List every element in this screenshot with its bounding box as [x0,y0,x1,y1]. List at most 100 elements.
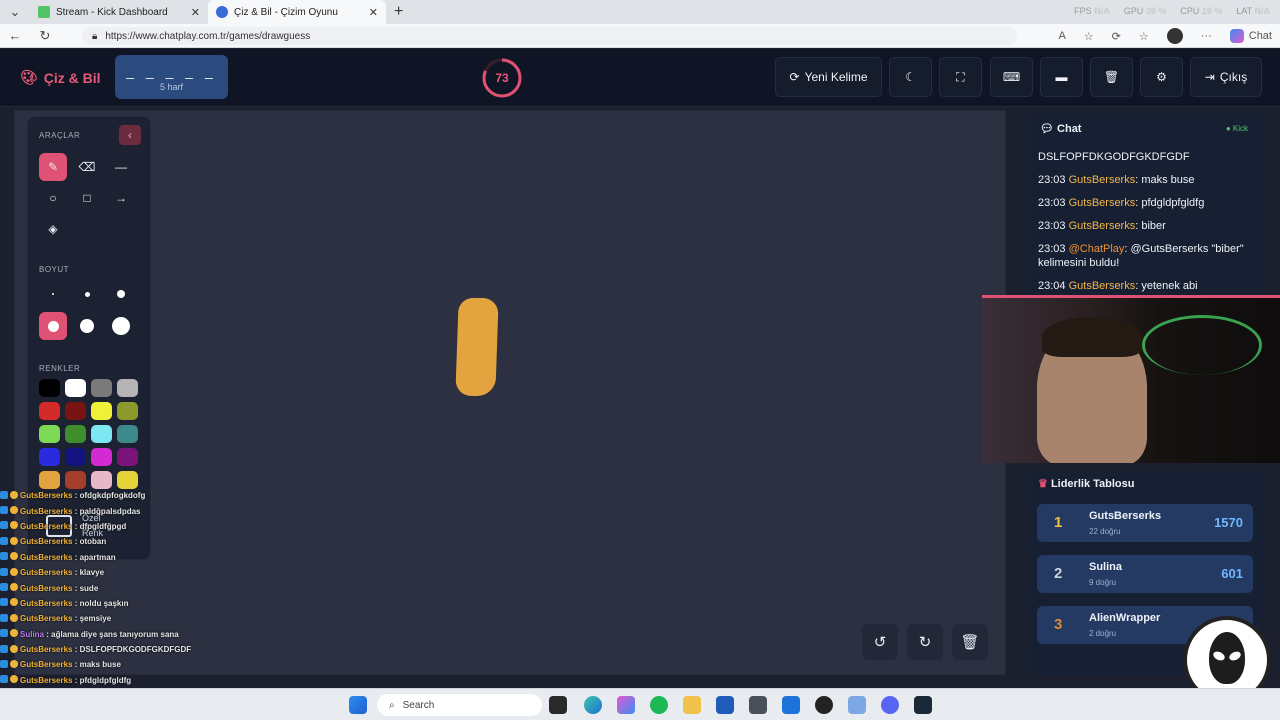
color-swatch[interactable] [65,425,86,443]
back-icon[interactable]: ← [0,28,30,43]
collapse-tools-button[interactable]: ‹ [119,125,141,145]
copilot-chat-button[interactable]: Chat [1229,29,1272,43]
edge-icon[interactable] [584,696,602,714]
tools-heading: ARAÇLAR [39,131,81,140]
tab-kick-dashboard[interactable]: Stream - Kick Dashboard ✕ [30,0,208,24]
perf-label: FPS [1074,6,1092,16]
fullscreen-button[interactable]: ⛶ [939,57,982,97]
eraser-tool[interactable]: ⌫ [73,153,101,181]
size-4[interactable] [39,312,67,340]
color-swatch[interactable] [39,425,60,443]
file-explorer-icon[interactable] [683,696,701,714]
badge-icon [0,644,8,653]
chat-time: 23:03 [1038,174,1066,186]
size-1[interactable] [39,280,67,308]
tab-ciz-bil[interactable]: Çiz & Bil - Çizim Oyunu ✕ [208,0,386,24]
overlay-chat-line: GutsBerserks : klavye [0,565,225,580]
tab-list-icon[interactable]: ⌄ [0,4,30,20]
clear-button[interactable]: 🗑︎ [1090,57,1133,97]
overlay-username: GutsBerserks [20,521,73,531]
color-swatch[interactable] [39,471,60,489]
color-swatch[interactable] [117,448,138,466]
color-swatch[interactable] [65,471,86,489]
more-menu-icon[interactable]: ··· [1201,30,1212,42]
exit-button[interactable]: ⇥ Çıkış [1190,57,1262,97]
dark-mode-button[interactable]: ☾ [889,57,932,97]
color-swatch[interactable] [117,425,138,443]
rectangle-tool[interactable]: □ [73,184,101,212]
profile-avatar[interactable] [1166,28,1183,44]
new-word-label: Yeni Kelime [804,70,868,84]
overlay-chat-line: GutsBerserks : DSLFOPFDKGODFGKDFGDF [0,642,225,657]
color-swatch[interactable] [91,448,112,466]
favorites-icon[interactable]: ☆ [1139,30,1149,43]
redo-button[interactable]: ↻ [907,624,943,660]
size-heading: BOYUT [39,265,70,274]
size-6[interactable] [107,312,135,340]
badge-icon [0,490,8,499]
chat-message: 23:03 GutsBerserks: biber [1038,219,1258,233]
perf-value: N/A [1094,6,1110,16]
archive-button[interactable]: ▬ [1040,57,1083,97]
undo-button[interactable]: ↺ [862,624,898,660]
close-tab-icon[interactable]: ✕ [191,6,200,19]
color-swatch[interactable] [117,379,138,397]
color-swatch[interactable] [91,379,112,397]
arrow-tool[interactable]: → [107,184,135,212]
windows-taskbar: ⌕ Search [0,688,1280,720]
badge-icon [10,506,18,515]
separator: : [72,614,80,624]
keyboard-button[interactable]: ⌨ [990,57,1033,97]
correct-count: 9 doğru [1089,578,1117,587]
url-field[interactable]: 🔒︎ https://www.chatplay.com.tr/games/dra… [82,27,1017,45]
size-5[interactable] [73,312,101,340]
settings-button[interactable]: ⚙ [1140,57,1183,97]
color-swatch[interactable] [117,402,138,420]
store-icon[interactable] [716,696,734,714]
windows-start-icon[interactable] [349,696,367,714]
clear-canvas-button[interactable]: 🗑︎ [952,624,988,660]
fill-tool[interactable]: ◈ [39,215,67,243]
new-word-button[interactable]: ⟳ Yeni Kelime [775,57,882,97]
obs-icon[interactable] [815,696,833,714]
task-view-icon[interactable] [549,696,567,714]
color-swatch[interactable] [39,448,60,466]
color-swatch[interactable] [65,448,86,466]
color-swatch[interactable] [91,402,112,420]
color-swatch[interactable] [39,379,60,397]
reload-icon[interactable]: ↻ [30,28,60,44]
chat-username: GutsBerserks [1068,280,1136,292]
size-3[interactable] [107,280,135,308]
color-swatch[interactable] [65,379,86,397]
app-logo[interactable]: 🎨︎ Çiz & Bil [20,69,101,86]
close-tab-icon[interactable]: ✕ [369,6,378,19]
color-swatch[interactable] [65,402,86,420]
new-tab-icon[interactable]: + [394,3,403,21]
color-swatch[interactable] [117,471,138,489]
badge-icon [10,583,18,592]
color-swatch[interactable] [91,471,112,489]
read-aloud-icon[interactable]: A [1058,30,1065,42]
badge-icon [10,613,18,622]
perf-value: 19 % [1201,6,1223,16]
color-swatch[interactable] [91,425,112,443]
line-tool[interactable]: — [107,153,135,181]
color-swatch[interactable] [39,402,60,420]
discord-icon[interactable] [881,696,899,714]
app-icon[interactable] [749,696,767,714]
size-2[interactable] [73,280,101,308]
chat-time: 23:03 [1038,220,1066,232]
taskbar-search[interactable]: ⌕ Search [377,694,542,716]
steam-icon[interactable] [914,696,932,714]
refresh-extension-icon[interactable]: ⟳ [1112,30,1121,43]
circle-tool[interactable]: ○ [39,184,67,212]
copilot-icon[interactable] [617,696,635,714]
outlook-icon[interactable] [782,696,800,714]
brush-tool[interactable]: ✎ [39,153,67,181]
spotify-icon[interactable] [650,696,668,714]
favorite-star-icon[interactable]: ☆ [1084,30,1094,43]
perf-overlay: FPS N/A GPU 39 % CPU 19 % LAT N/A [1074,6,1270,16]
overlay-message: şemsiye [79,614,112,624]
app-icon[interactable] [848,696,866,714]
chat-panel: 💬︎ Chat ● Kick DSLFOPFDKGODFGKDFGDF 23:0… [1028,113,1264,296]
